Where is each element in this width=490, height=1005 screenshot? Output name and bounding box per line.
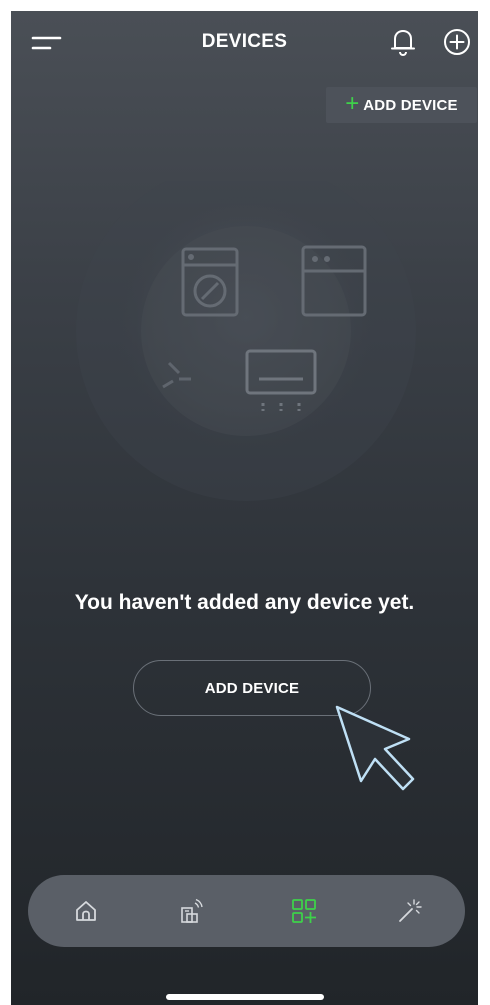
bottom-nav	[28, 875, 465, 947]
add-button[interactable]	[442, 27, 472, 57]
plus-circle-icon	[444, 29, 470, 55]
nav-scenes[interactable]	[392, 893, 428, 929]
devices-grid-add-icon	[292, 899, 316, 923]
nav-remote[interactable]	[173, 893, 209, 929]
empty-devices-illustration	[76, 181, 416, 501]
bell-icon	[391, 29, 415, 57]
top-bar: DEVICES	[11, 11, 478, 73]
empty-state-message: You haven't added any device yet.	[74, 591, 415, 614]
add-device-header-label: ADD DEVICE	[363, 96, 458, 114]
app-screen: DEVICES + ADD DEVICE You haven't added a…	[11, 11, 478, 1005]
add-device-header-button[interactable]: + ADD DEVICE	[326, 87, 477, 123]
home-icon	[76, 901, 96, 921]
add-device-button[interactable]: ADD DEVICE	[133, 660, 371, 716]
home-indicator[interactable]	[166, 994, 324, 1000]
magic-wand-icon	[399, 899, 422, 922]
nav-home[interactable]	[68, 893, 104, 929]
plus-icon: +	[345, 90, 360, 117]
remote-devices-icon	[181, 898, 203, 923]
nav-devices[interactable]	[286, 893, 322, 929]
notifications-button[interactable]	[389, 26, 417, 58]
menu-icon	[31, 36, 62, 50]
menu-button[interactable]	[30, 29, 66, 57]
